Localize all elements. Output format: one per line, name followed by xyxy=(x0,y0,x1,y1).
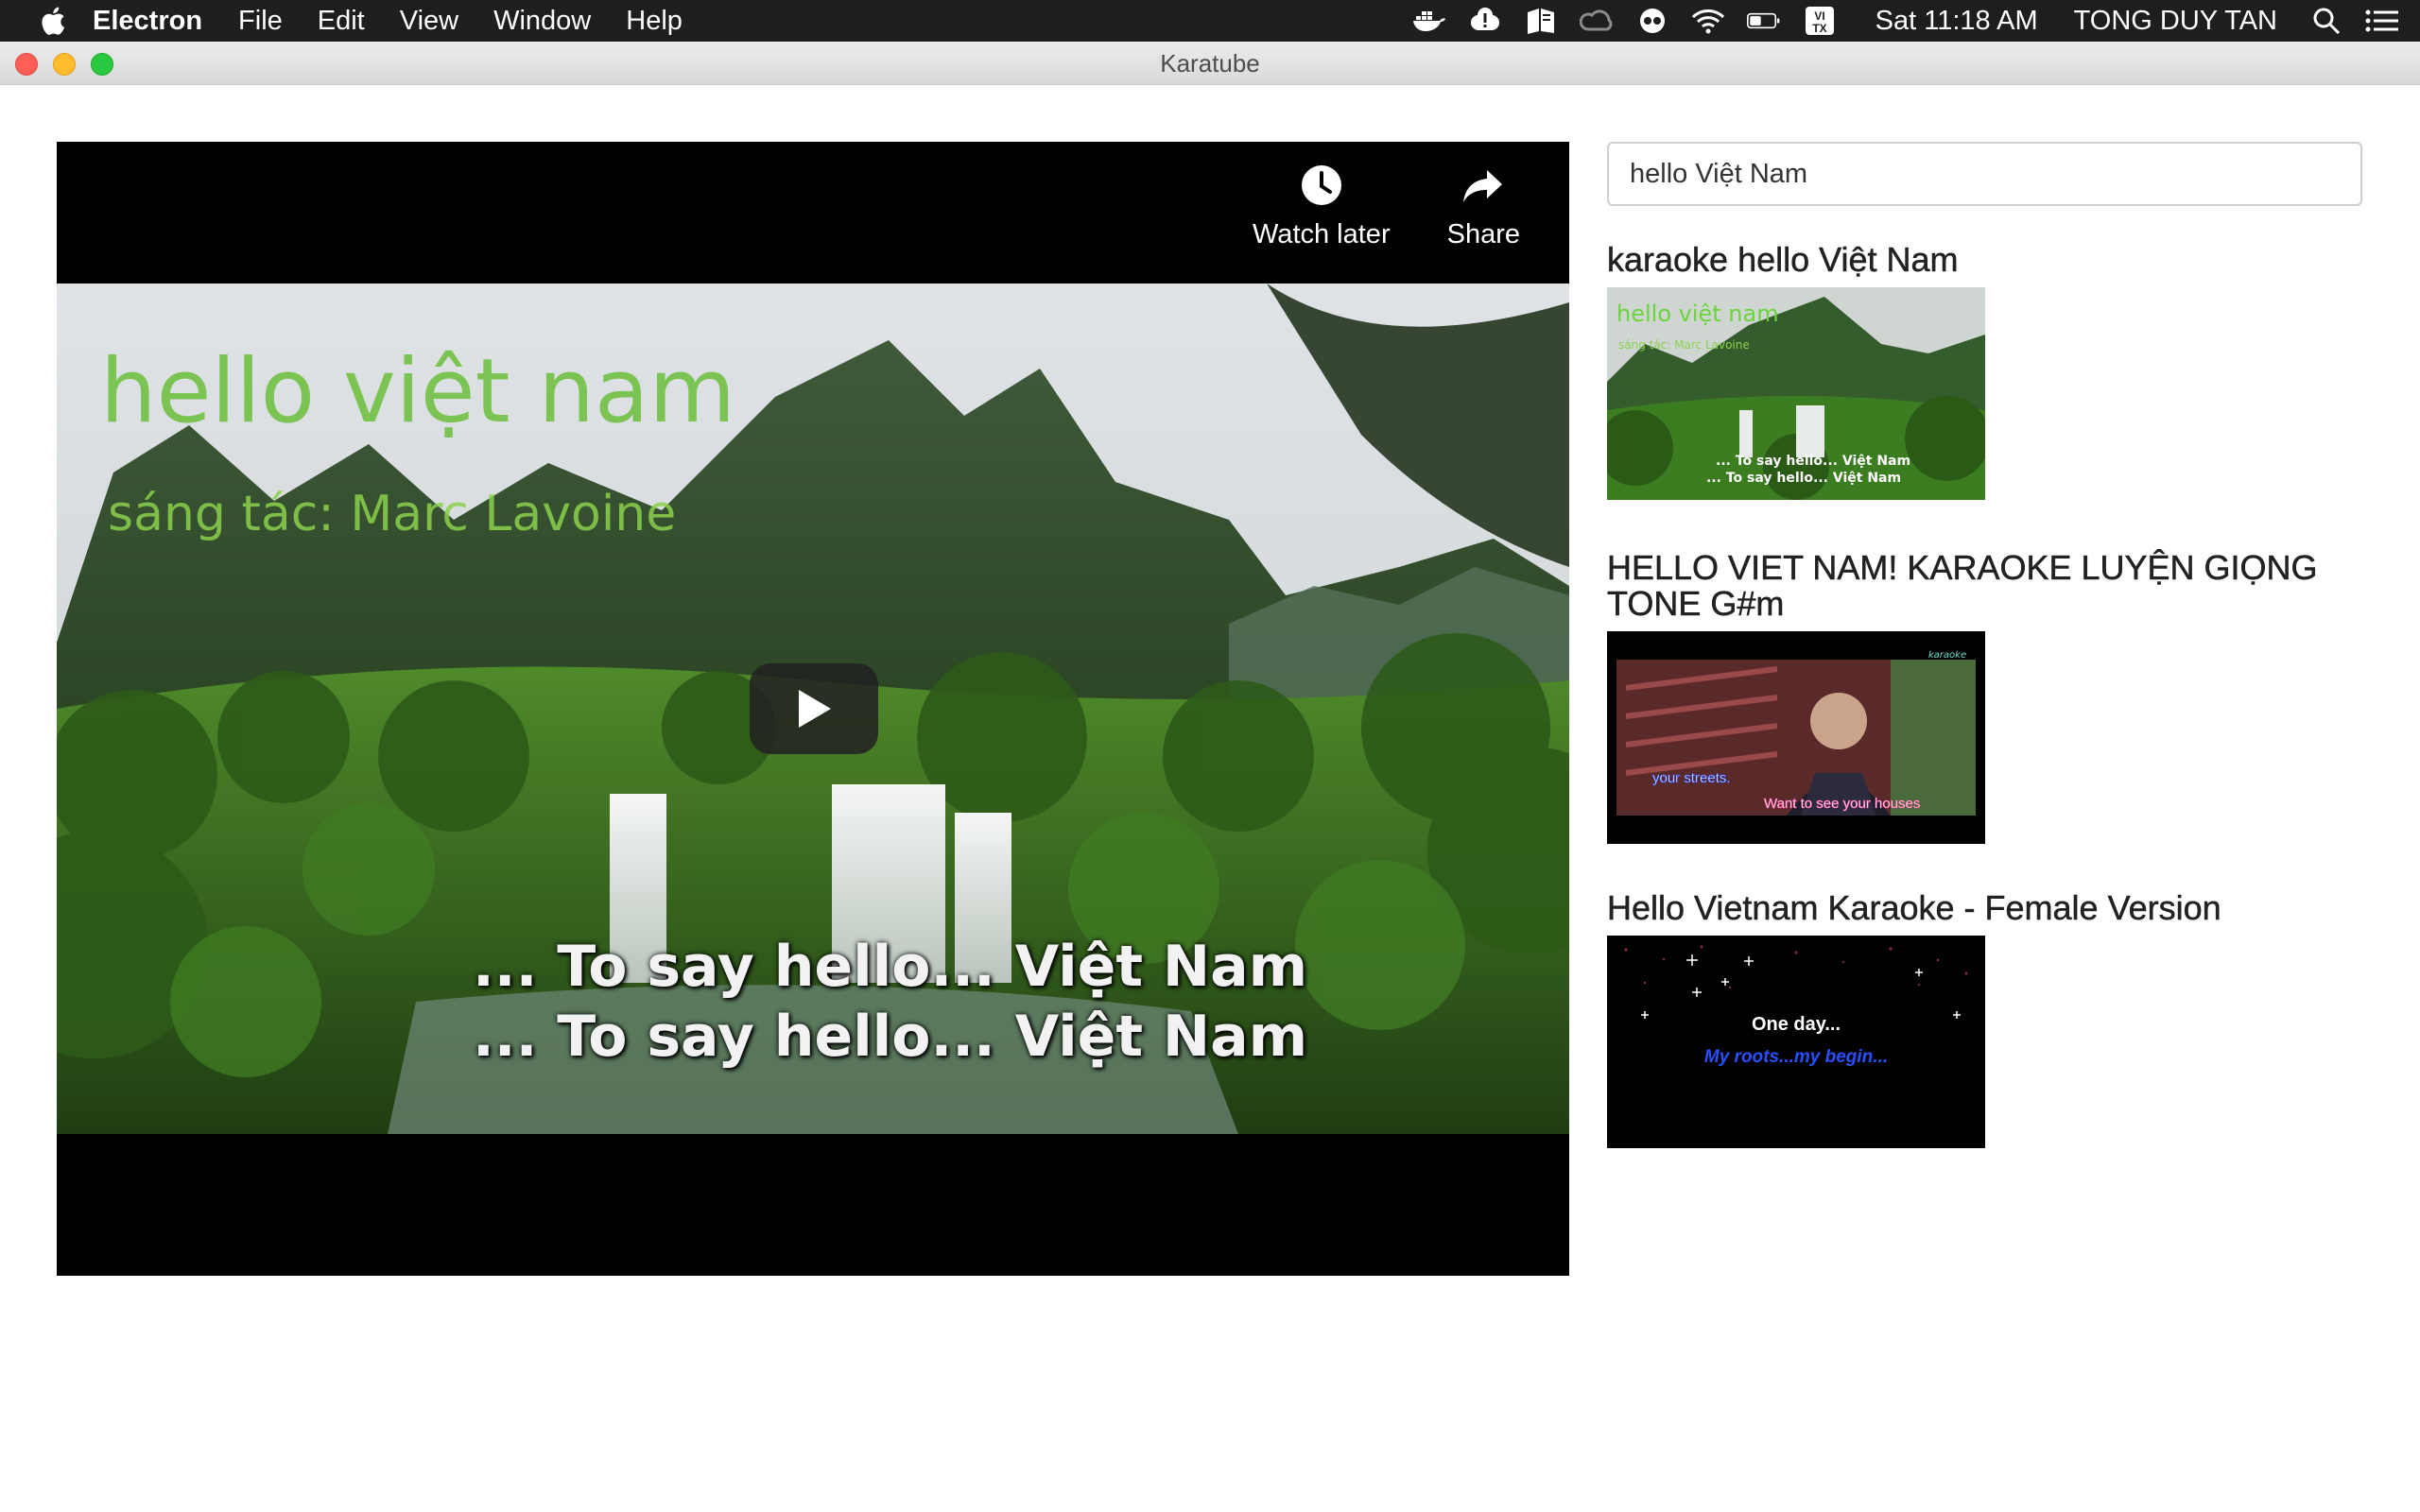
spotlight-search-icon[interactable] xyxy=(2309,7,2343,35)
player-top-actions: Watch later Share xyxy=(1253,163,1520,250)
vpn-icon[interactable] xyxy=(1635,7,1669,35)
result-title[interactable]: HELLO VIET NAM! KARAOKE LUYỆN GIỌNG TONE… xyxy=(1607,549,2363,622)
wifi-icon[interactable] xyxy=(1691,7,1725,35)
thumb-text: hello việt nam xyxy=(1616,301,1779,327)
search-result-item[interactable]: Hello Vietnam Karaoke - Female Version O… xyxy=(1607,889,2363,1148)
play-button[interactable] xyxy=(750,663,878,754)
video-overlay-credit: sáng tác: Marc Lavoine xyxy=(108,486,677,542)
result-thumbnail[interactable]: One day... My roots...my begin... xyxy=(1607,936,1985,1148)
battery-icon[interactable] xyxy=(1746,7,1781,35)
search-result-item[interactable]: HELLO VIET NAM! KARAOKE LUYỆN GIỌNG TONE… xyxy=(1607,549,2363,844)
result-thumbnail[interactable]: karaoke your streets. Want to see your h… xyxy=(1607,631,1985,844)
clock-icon xyxy=(1301,165,1341,205)
search-input[interactable] xyxy=(1607,142,2362,206)
system-menu-bar: Electron File Edit View Window Help VI TX… xyxy=(0,0,2420,42)
window-title: Karatube xyxy=(1160,49,1260,77)
notification-center-icon[interactable] xyxy=(2365,7,2399,35)
result-title[interactable]: Hello Vietnam Karaoke - Female Version xyxy=(1607,889,2363,926)
svg-text:TX: TX xyxy=(1812,22,1826,35)
alert-icon[interactable] xyxy=(1468,7,1502,35)
menu-view[interactable]: View xyxy=(400,6,458,37)
watch-later-label: Watch later xyxy=(1253,219,1391,249)
thumb-text: One day... xyxy=(1752,1014,1841,1035)
search-result-item[interactable]: karaoke hello Việt Nam hello việt nam sá… xyxy=(1607,241,2363,500)
docker-icon[interactable] xyxy=(1412,7,1446,35)
result-thumbnail[interactable]: hello việt nam sáng tác: Marc Lavoine ..… xyxy=(1607,287,1985,500)
app-menu[interactable]: Electron xyxy=(93,6,202,37)
share-button[interactable]: Share xyxy=(1447,163,1520,250)
play-icon xyxy=(799,690,831,728)
thumb-text: Want to see your houses xyxy=(1764,796,1920,812)
svg-text:karaoke: karaoke xyxy=(1928,650,1966,661)
thumbnail-image: hello việt nam sáng tác: Marc Lavoine ..… xyxy=(1607,287,1985,500)
video-lyric-line: ... To say hello... Việt Nam xyxy=(473,934,1308,1000)
menu-clock[interactable]: Sat 11:18 AM xyxy=(1876,6,2038,37)
share-arrow-icon xyxy=(1463,170,1503,202)
menu-user[interactable]: TONG DUY TAN xyxy=(2074,6,2277,37)
video-overlay-title: hello việt nam xyxy=(100,340,736,443)
thumb-text: your streets. xyxy=(1652,770,1731,786)
thumb-text: ... To say hello... Việt Nam xyxy=(1716,454,1910,469)
apple-icon[interactable] xyxy=(38,5,66,37)
thumb-text: ... To say hello... Việt Nam xyxy=(1706,471,1901,486)
thumbnail-image: karaoke your streets. Want to see your h… xyxy=(1607,631,1985,844)
menu-help[interactable]: Help xyxy=(626,6,683,37)
menu-edit[interactable]: Edit xyxy=(318,6,365,37)
thumbnail-image: One day... My roots...my begin... xyxy=(1607,936,1985,1148)
menu-file[interactable]: File xyxy=(238,6,283,37)
svg-text:VI: VI xyxy=(1814,9,1824,23)
watch-later-button[interactable]: Watch later xyxy=(1253,163,1391,250)
window-title-bar[interactable]: Karatube xyxy=(0,42,2420,85)
video-lyric-line: ... To say hello... Việt Nam xyxy=(473,1004,1308,1070)
video-player[interactable]: hello việt nam sáng tác: Marc Lavoine ..… xyxy=(57,142,1569,1276)
notes-icon[interactable] xyxy=(1524,7,1558,35)
thumb-text: My roots...my begin... xyxy=(1704,1047,1888,1067)
input-source-badge[interactable]: VI TX xyxy=(1803,7,1837,35)
creative-cloud-icon[interactable] xyxy=(1579,7,1614,35)
result-title[interactable]: karaoke hello Việt Nam xyxy=(1607,241,2363,278)
status-area: VI TX Sat 11:18 AM TONG DUY TAN xyxy=(1412,0,2420,42)
share-label: Share xyxy=(1446,219,1520,249)
menu-window[interactable]: Window xyxy=(493,6,591,37)
thumb-text: sáng tác: Marc Lavoine xyxy=(1618,338,1750,352)
